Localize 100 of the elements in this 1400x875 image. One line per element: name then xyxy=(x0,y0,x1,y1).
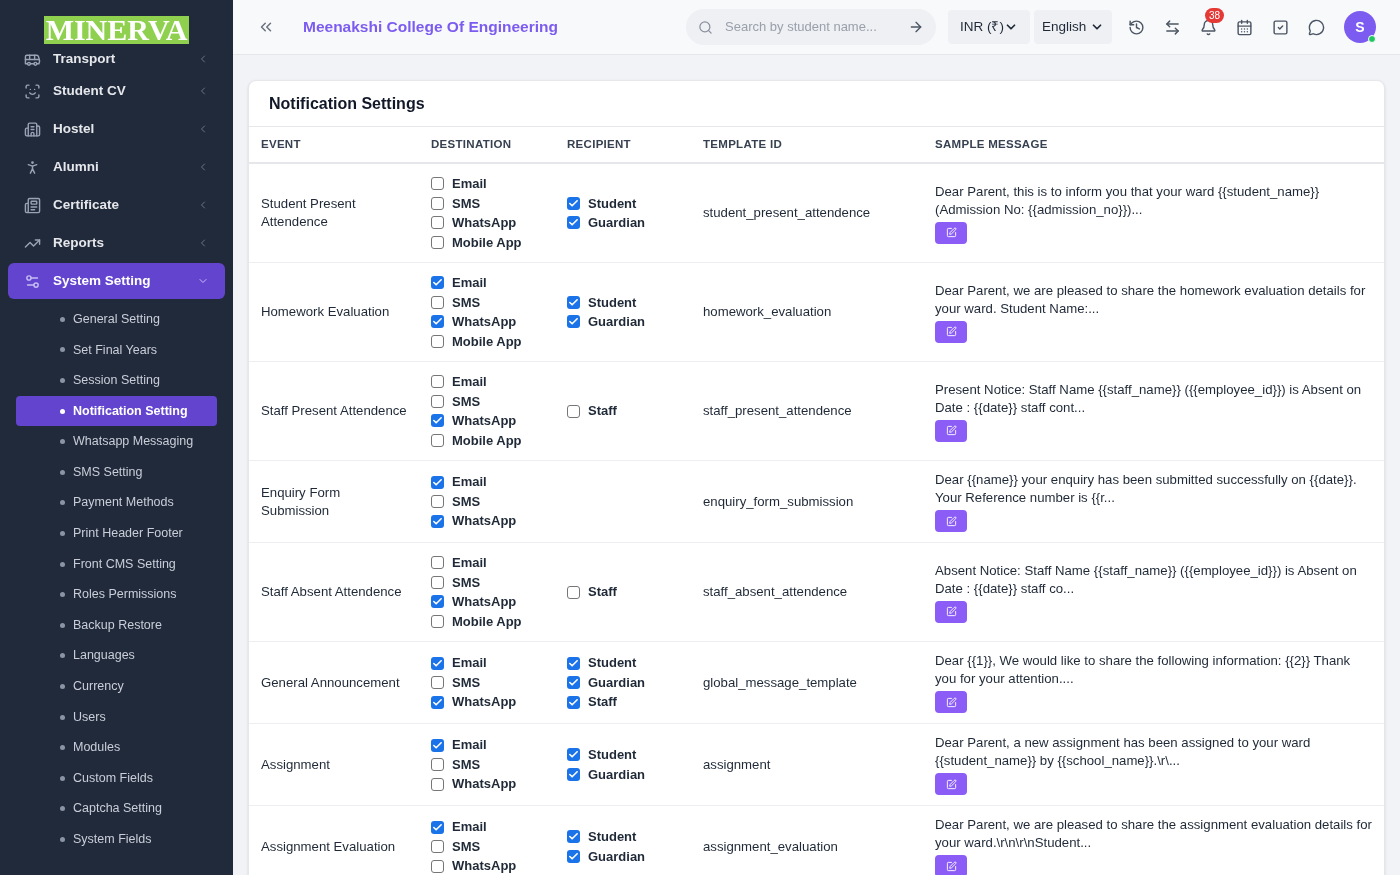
calendar-icon[interactable] xyxy=(1236,18,1253,36)
checkbox[interactable] xyxy=(567,849,580,863)
submenu-item[interactable]: Notification Setting xyxy=(16,395,217,427)
checkbox[interactable] xyxy=(431,276,444,290)
edit-button[interactable] xyxy=(935,320,967,343)
checkbox-option[interactable]: SMS xyxy=(431,754,543,775)
checkbox[interactable] xyxy=(431,695,444,709)
checkbox-option[interactable]: Staff xyxy=(567,582,679,602)
checkbox-option[interactable]: Email xyxy=(431,174,543,194)
checkbox-option[interactable]: SMS xyxy=(431,491,543,512)
edit-button[interactable] xyxy=(935,510,967,532)
checkbox[interactable] xyxy=(567,295,580,309)
submenu-item[interactable]: Backup Restore xyxy=(16,609,217,641)
checkbox-option[interactable]: Student xyxy=(567,653,679,673)
edit-button[interactable] xyxy=(935,691,967,713)
checkbox[interactable] xyxy=(431,414,444,428)
checkbox-option[interactable]: Staff xyxy=(567,692,679,712)
submenu-item[interactable]: Roles Permissions xyxy=(16,579,217,610)
edit-button[interactable] xyxy=(935,221,967,244)
checkbox[interactable] xyxy=(567,748,580,762)
checkbox[interactable] xyxy=(431,575,444,589)
sidebar-item[interactable]: Alumni xyxy=(8,149,225,185)
checkbox[interactable] xyxy=(567,695,580,709)
checkbox[interactable] xyxy=(431,334,444,348)
checkbox[interactable] xyxy=(431,820,444,834)
checkbox-option[interactable]: Student xyxy=(567,292,679,312)
checkbox[interactable] xyxy=(431,475,444,489)
checkbox-option[interactable]: Email xyxy=(431,553,543,573)
submenu-item[interactable]: Captcha Setting xyxy=(16,793,217,825)
search-input[interactable]: Search by student name... xyxy=(725,17,896,37)
checkbox[interactable] xyxy=(431,295,444,309)
edit-button[interactable] xyxy=(935,855,967,875)
user-avatar[interactable]: S xyxy=(1344,11,1376,43)
checkbox-option[interactable]: WhatsApp xyxy=(431,511,543,531)
submenu-item[interactable]: Custom Fields xyxy=(16,762,217,794)
checkbox-option[interactable]: Email xyxy=(431,735,543,755)
checkbox[interactable] xyxy=(567,585,580,599)
checkbox-option[interactable]: WhatsApp xyxy=(431,774,543,794)
checkbox-option[interactable]: Guardian xyxy=(567,672,679,693)
submenu-item[interactable]: Users xyxy=(16,701,217,733)
checkbox-option[interactable]: Staff xyxy=(567,401,679,421)
checkbox-option[interactable]: Email xyxy=(431,273,543,293)
checkbox[interactable] xyxy=(567,315,580,329)
submenu-item[interactable]: General Setting xyxy=(16,304,217,335)
checkbox-option[interactable]: SMS xyxy=(431,672,543,693)
checkbox-option[interactable]: Student xyxy=(567,827,679,847)
checkbox-option[interactable]: WhatsApp xyxy=(431,213,543,233)
sidebar-item[interactable]: Transport xyxy=(8,47,225,71)
checkbox[interactable] xyxy=(431,656,444,670)
checkbox[interactable] xyxy=(431,196,444,210)
checkbox[interactable] xyxy=(567,216,580,230)
sidebar-item[interactable]: Reports xyxy=(8,225,225,261)
checkbox[interactable] xyxy=(431,177,444,191)
checkbox[interactable] xyxy=(431,676,444,689)
submenu-item[interactable]: Modules xyxy=(16,732,217,763)
sidebar-item[interactable]: Certificate xyxy=(8,187,225,223)
checkbox-option[interactable]: Guardian xyxy=(567,213,679,233)
submenu-item[interactable]: Languages xyxy=(16,640,217,672)
submenu-item[interactable]: Print Header Footer xyxy=(16,518,217,549)
sidebar-item[interactable]: System Setting xyxy=(8,263,225,299)
checkbox-option[interactable]: Mobile App xyxy=(431,430,543,450)
checkbox[interactable] xyxy=(567,767,580,781)
checkbox[interactable] xyxy=(567,830,580,844)
currency-select[interactable]: INR (₹) xyxy=(948,10,1030,44)
checkbox[interactable] xyxy=(431,394,444,408)
submenu-item[interactable]: SMS Setting xyxy=(16,456,217,488)
checkbox[interactable] xyxy=(431,595,444,609)
checkbox[interactable] xyxy=(431,556,444,570)
checkbox[interactable] xyxy=(431,738,444,752)
checkbox-option[interactable]: SMS xyxy=(431,193,543,213)
sidebar-item[interactable]: Student CV xyxy=(8,73,225,109)
checkbox-option[interactable]: Guardian xyxy=(567,312,679,332)
checkbox-option[interactable]: WhatsApp xyxy=(431,592,543,612)
checkbox[interactable] xyxy=(567,196,580,210)
checkbox-option[interactable]: WhatsApp xyxy=(431,411,543,431)
submenu-item[interactable]: Front CMS Setting xyxy=(16,548,217,580)
checkbox[interactable] xyxy=(431,840,444,853)
checkbox-option[interactable]: SMS xyxy=(431,292,543,312)
checkbox-option[interactable]: Mobile App xyxy=(431,331,543,351)
checkbox-option[interactable]: Email xyxy=(431,372,543,392)
checkbox-option[interactable]: Guardian xyxy=(567,764,679,784)
checkbox-option[interactable]: WhatsApp xyxy=(431,692,543,712)
checkbox-option[interactable]: Student xyxy=(567,745,679,765)
language-select[interactable]: English xyxy=(1034,10,1112,44)
checkbox-option[interactable]: SMS xyxy=(431,391,543,411)
checkbox-option[interactable]: Guardian xyxy=(567,846,679,866)
bell-icon[interactable] xyxy=(1200,18,1217,36)
chat-icon[interactable] xyxy=(1308,18,1325,36)
search-field[interactable]: Search by student name... xyxy=(686,9,936,45)
checkbox[interactable] xyxy=(431,758,444,771)
checkbox-option[interactable]: Email xyxy=(431,472,543,492)
checkbox-option[interactable]: WhatsApp xyxy=(431,856,543,875)
checkbox[interactable] xyxy=(431,859,444,873)
history-icon[interactable] xyxy=(1128,18,1145,36)
checkbox-option[interactable]: SMS xyxy=(431,572,543,592)
checkbox-option[interactable]: SMS xyxy=(431,836,543,857)
checkbox-option[interactable]: Mobile App xyxy=(431,611,543,631)
checkbox-option[interactable]: Student xyxy=(567,193,679,213)
checkbox[interactable] xyxy=(431,614,444,628)
checkbox-option[interactable]: WhatsApp xyxy=(431,312,543,332)
